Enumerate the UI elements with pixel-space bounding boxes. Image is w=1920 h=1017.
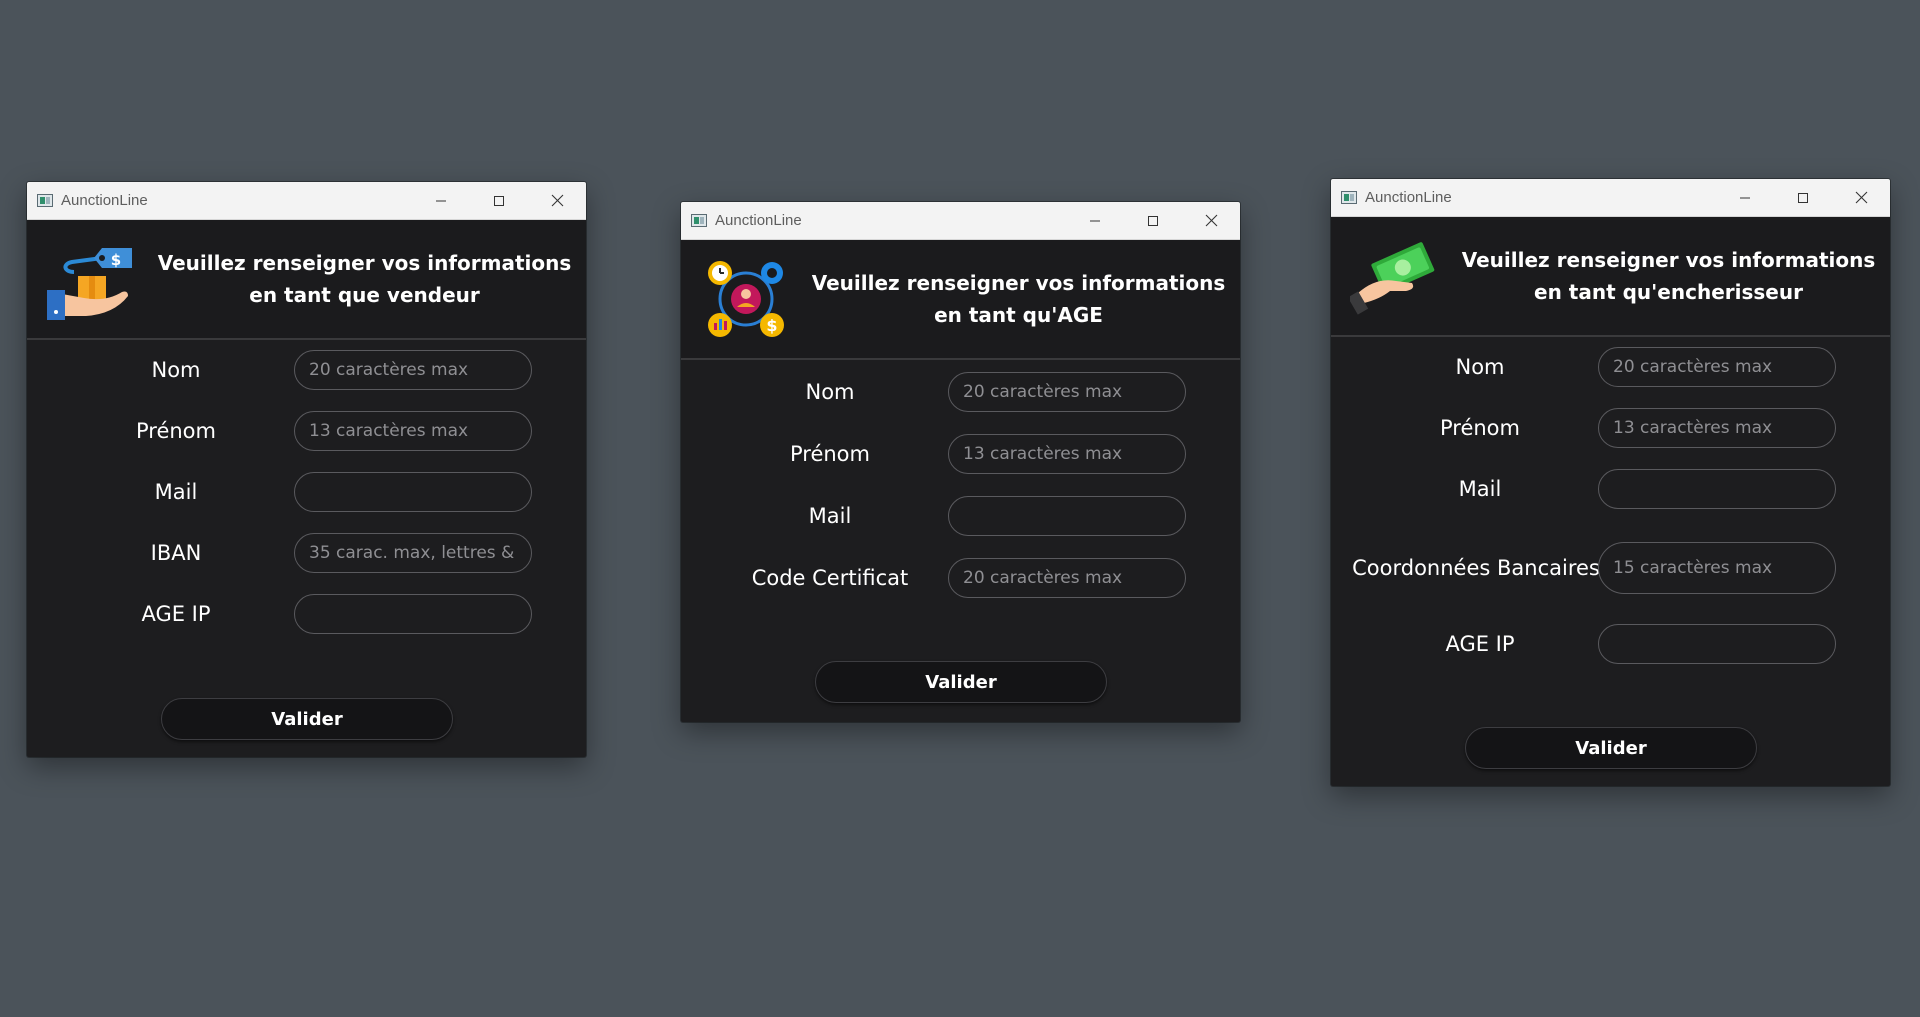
window-title: AunctionLine [1365,189,1452,206]
form-heading: Veuillez renseigner vos informations en … [1461,248,1876,304]
form-header: Veuillez renseigner vos informations en … [1331,217,1890,337]
field-label: Nom [151,358,201,382]
minimize-icon [1090,220,1100,221]
maximize-icon [1148,215,1158,226]
form-row-prenom: Prénom [1331,407,1890,449]
minimize-button[interactable] [1066,202,1124,239]
prenom-input[interactable] [1598,408,1836,448]
hand-holding-cash-icon [1331,237,1461,315]
age-ip-input[interactable] [1598,624,1836,664]
form-row-coordonnees-bancaires: Coordonnées Bancaires [1331,538,1890,598]
field-label: IBAN [150,541,202,565]
form-row-code-certificat: Code Certificat [681,557,1240,599]
title-bar[interactable]: AunctionLine [27,182,586,220]
mail-input[interactable] [948,496,1186,536]
close-button[interactable] [1832,179,1890,216]
validate-button[interactable]: Valider [815,661,1107,703]
svg-text:$: $ [111,251,121,269]
form-row-prenom: Prénom [681,433,1240,475]
iban-input[interactable] [294,533,532,573]
field-label: Prénom [1439,416,1520,440]
form-row-nom: Nom [1331,346,1890,388]
form-row-mail: Mail [681,495,1240,537]
seller-hand-box-price-tag-icon: $ [27,236,157,322]
field-label: AGE IP [141,602,211,626]
form-row-mail: Mail [27,471,586,513]
mail-input[interactable] [294,472,532,512]
form-row-iban: IBAN [27,532,586,574]
window-title: AunctionLine [61,192,148,209]
field-label: Code Certificat [751,566,909,590]
title-bar[interactable]: AunctionLine [1331,179,1890,217]
close-button[interactable] [528,182,586,219]
bidder-form-window: AunctionLine Veuillez renseigner vos inf… [1331,179,1890,786]
form-header: $ Veuillez renseigner vos informations e… [27,220,586,340]
form-row-age-ip: AGE IP [27,593,586,635]
field-label: Nom [1455,355,1505,379]
field-label: Mail [808,504,852,528]
minimize-icon [436,200,446,201]
maximize-icon [1798,192,1808,203]
field-label: Prénom [789,442,870,466]
close-button[interactable] [1182,202,1240,239]
validate-button[interactable]: Valider [1465,727,1757,769]
title-bar[interactable]: AunctionLine [681,202,1240,240]
agent-network-icon: $ [681,257,811,341]
nom-input[interactable] [948,372,1186,412]
minimize-button[interactable] [412,182,470,219]
age-form-window: AunctionLine $ Veuillez renseigner vos i… [681,202,1240,722]
form-row-nom: Nom [27,349,586,391]
maximize-button[interactable] [1124,202,1182,239]
mail-input[interactable] [1598,469,1836,509]
age-ip-input[interactable] [294,594,532,634]
form-row-age-ip: AGE IP [1331,623,1890,665]
maximize-button[interactable] [1774,179,1832,216]
app-icon [1341,191,1357,204]
prenom-input[interactable] [948,434,1186,474]
field-label: Nom [805,380,855,404]
close-icon [1855,191,1867,204]
coordonnees-bancaires-input[interactable] [1598,542,1836,594]
app-icon [691,214,707,227]
nom-input[interactable] [1598,347,1836,387]
seller-form-window: AunctionLine $ Veuillez renseigner vos i… [27,182,586,757]
minimize-button[interactable] [1716,179,1774,216]
validate-button[interactable]: Valider [161,698,453,740]
form-header: $ Veuillez renseigner vos informations e… [681,240,1240,360]
field-label: Mail [1458,477,1502,501]
field-label: Prénom [135,419,216,443]
window-title: AunctionLine [715,212,802,229]
maximize-icon [494,195,504,206]
form-heading: Veuillez renseigner vos informations en … [811,271,1226,327]
maximize-button[interactable] [470,182,528,219]
form-row-mail: Mail [1331,468,1890,510]
close-icon [1205,214,1217,227]
minimize-icon [1740,197,1750,198]
svg-text:$: $ [766,316,777,335]
prenom-input[interactable] [294,411,532,451]
field-label: Coordonnées Bancaires [1352,556,1600,580]
form-row-prenom: Prénom [27,410,586,452]
nom-input[interactable] [294,350,532,390]
form-row-nom: Nom [681,371,1240,413]
close-icon [551,194,563,207]
code-certificat-input[interactable] [948,558,1186,598]
field-label: AGE IP [1445,632,1515,656]
app-icon [37,194,53,207]
field-label: Mail [154,480,198,504]
form-heading: Veuillez renseigner vos informations en … [157,251,572,307]
